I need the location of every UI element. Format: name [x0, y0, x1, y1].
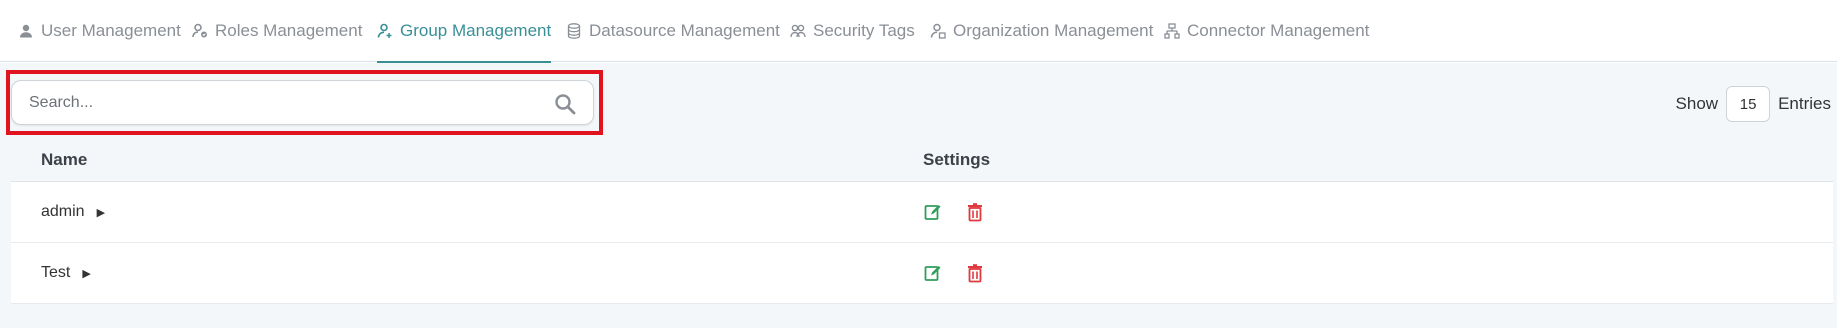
table-header: Name Settings: [11, 138, 1833, 182]
column-header-settings: Settings: [923, 149, 991, 169]
table-row: admin ▶: [11, 182, 1833, 243]
tab-group-management[interactable]: Group Management: [377, 0, 552, 63]
entries-select[interactable]: 15: [1726, 86, 1771, 122]
user-icon: [18, 23, 34, 39]
settings-cell: [923, 202, 985, 222]
edit-icon[interactable]: [923, 202, 943, 222]
database-icon: [566, 23, 582, 39]
settings-cell: [923, 263, 985, 283]
delete-icon[interactable]: [965, 263, 985, 283]
tab-label: Security Tags: [813, 21, 915, 40]
group-name-cell[interactable]: Test ▶: [41, 264, 91, 282]
tab-label: Group Management: [400, 21, 552, 40]
tab-organization-management[interactable]: Organization Management: [930, 0, 1153, 62]
delete-icon[interactable]: [965, 202, 985, 222]
security-tags-icon: [790, 23, 806, 39]
tab-security-tags[interactable]: Security Tags: [790, 0, 915, 62]
group-name: admin: [41, 203, 85, 220]
expand-caret-icon[interactable]: ▶: [82, 267, 90, 280]
tab-label: Organization Management: [953, 21, 1154, 40]
tab-label: Roles Management: [215, 21, 363, 40]
groups-table: Name Settings admin ▶ Test ▶: [11, 138, 1833, 304]
tab-connector-management[interactable]: Connector Management: [1164, 0, 1369, 62]
entries-value: 15: [1739, 95, 1757, 113]
expand-caret-icon[interactable]: ▶: [97, 206, 105, 219]
connector-icon: [1164, 23, 1180, 39]
search-icon[interactable]: [553, 92, 577, 116]
tab-roles-management[interactable]: Roles Management: [192, 0, 362, 62]
organization-icon: [930, 23, 946, 39]
search-field[interactable]: [11, 80, 594, 125]
tab-label: User Management: [41, 21, 181, 40]
column-header-name: Name: [41, 149, 88, 169]
tab-label: Connector Management: [1187, 21, 1370, 40]
tab-label: Datasource Management: [589, 21, 780, 40]
group-icon: [377, 23, 393, 39]
roles-icon: [192, 23, 208, 39]
table-row: Test ▶: [11, 243, 1833, 304]
group-name-cell[interactable]: admin ▶: [41, 203, 105, 221]
edit-icon[interactable]: [923, 263, 943, 283]
search-input[interactable]: [12, 81, 532, 124]
tab-user-management[interactable]: User Management: [18, 0, 181, 62]
show-label: Show: [1675, 94, 1719, 113]
entries-label: Entries: [1778, 94, 1831, 113]
entries-per-page: Show 15 Entries: [1676, 86, 1831, 122]
group-name: Test: [41, 264, 71, 281]
tab-datasource-management[interactable]: Datasource Management: [566, 0, 780, 62]
management-tabs: User Management Roles Management Group M…: [0, 0, 1837, 63]
